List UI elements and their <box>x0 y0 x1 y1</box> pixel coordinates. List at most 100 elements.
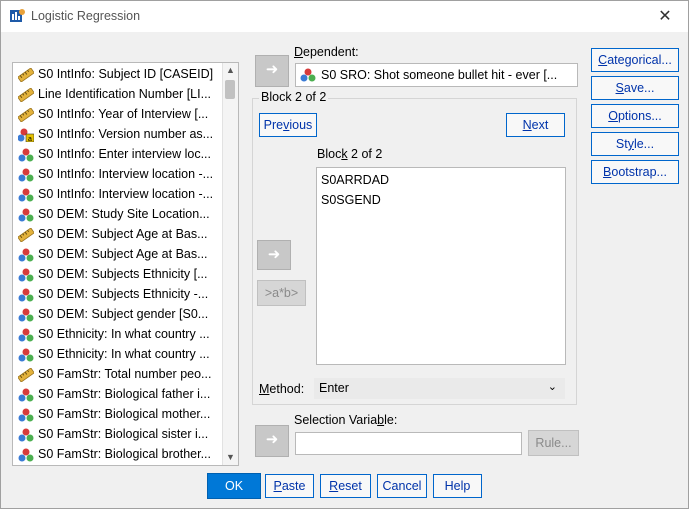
variable-list-item[interactable]: S0 IntInfo: Interview location -... <box>13 165 223 185</box>
variable-label: S0 DEM: Subject gender [S0... <box>38 307 209 321</box>
categorical-button[interactable]: Categorical... <box>591 48 679 72</box>
variable-label: S0 FamStr: Biological brother... <box>38 447 211 461</box>
ruler-icon <box>17 107 35 123</box>
nominal-string-icon: a <box>17 128 35 143</box>
options-button[interactable]: Options... <box>591 104 679 128</box>
nominal-icon <box>18 148 34 162</box>
move-selection-arrow-icon[interactable]: ➜ <box>255 425 289 457</box>
dependent-field[interactable]: S0 SRO: Shot someone bullet hit - ever [… <box>295 63 578 87</box>
variable-label: S0 DEM: Subject Age at Bas... <box>38 227 208 241</box>
variable-label: S0 IntInfo: Year of Interview [... <box>38 107 209 121</box>
variable-list-item[interactable]: S0 DEM: Subjects Ethnicity -... <box>13 285 223 305</box>
variable-list-item[interactable]: S0 IntInfo: Subject ID [CASEID] <box>13 65 223 85</box>
chevron-down-icon: ⌄ <box>547 381 557 393</box>
variable-list-item[interactable]: Line Identification Number [LI... <box>13 85 223 105</box>
next-block-button[interactable]: Next <box>506 113 565 137</box>
variable-label: S0 IntInfo: Interview location -... <box>38 187 214 201</box>
variable-list-item[interactable]: S0 DEM: Study Site Location... <box>13 205 223 225</box>
ruler-icon <box>17 367 35 383</box>
nominal-icon <box>18 188 34 202</box>
method-label: Method: <box>259 382 305 396</box>
nominal-icon <box>18 208 34 222</box>
nominal-icon <box>18 248 34 262</box>
nominal-icon <box>18 308 34 322</box>
selection-variable-field[interactable] <box>295 432 522 455</box>
reset-button[interactable]: Reset <box>320 474 371 498</box>
variable-label: S0 IntInfo: Enter interview loc... <box>38 147 211 161</box>
paste-button[interactable]: Paste <box>265 474 314 498</box>
list-item[interactable]: S0ARRDAD <box>321 173 389 187</box>
scroll-up-icon[interactable]: ▲ <box>223 63 238 78</box>
nominal-icon <box>18 428 34 442</box>
nominal-icon <box>18 288 34 302</box>
variable-label: S0 FamStr: Biological mother... <box>38 407 211 421</box>
variable-label: S0 DEM: Subjects Ethnicity -... <box>38 287 209 301</box>
variable-list-item[interactable]: S0 IntInfo: Year of Interview [... <box>13 105 223 125</box>
variable-list-item[interactable]: S0 FamStr: Total number peo... <box>13 365 223 385</box>
variable-label: S0 FamStr: Biological sister i... <box>38 427 209 441</box>
dialog-window: Logistic Regression ✕ S0 FamStr: Biologi… <box>0 0 689 509</box>
ruler-icon <box>17 87 35 103</box>
variable-list-item[interactable]: S0 DEM: Subject Age at Bas... <box>13 245 223 265</box>
move-covariate-arrow-icon[interactable]: ➜ <box>257 240 291 270</box>
rule-button[interactable]: Rule... <box>528 430 579 456</box>
variable-list-item[interactable]: S0 DEM: Subject Age at Bas... <box>13 225 223 245</box>
previous-block-button[interactable]: Previous <box>259 113 317 137</box>
nominal-icon <box>18 388 34 402</box>
dependent-value: S0 SRO: Shot someone bullet hit - ever [… <box>321 68 558 82</box>
variable-label: S0 IntInfo: Interview location -... <box>38 167 214 181</box>
variable-list-item[interactable]: S0 IntInfo: Enter interview loc... <box>13 145 223 165</box>
help-button[interactable]: Help <box>433 474 482 498</box>
variable-list-scrollbar[interactable]: ▲ ▼ <box>222 63 238 465</box>
variable-label: S0 Ethnicity: In what country ... <box>38 327 210 341</box>
variable-list-item[interactable]: S0 Ethnicity: In what country ... <box>13 325 223 345</box>
nominal-icon <box>18 348 34 362</box>
variable-list-item[interactable]: S0 FamStr: Biological brother... <box>13 445 223 465</box>
variable-label: S0 IntInfo: Version number as... <box>38 127 214 141</box>
close-icon[interactable]: ✕ <box>642 1 688 32</box>
save-button[interactable]: Save... <box>591 76 679 100</box>
variable-label: S0 DEM: Subjects Ethnicity [... <box>38 267 208 281</box>
nominal-icon <box>18 408 34 422</box>
ruler-icon <box>17 67 35 83</box>
variable-label: S0 DEM: Subject Age at Bas... <box>38 247 208 261</box>
variable-list-item[interactable]: S0 FamStr: Biological father i... <box>13 385 223 405</box>
nominal-icon <box>18 448 34 462</box>
variable-label: S0 IntInfo: Subject ID [CASEID] <box>38 67 214 81</box>
selection-variable-label: Selection Variable: <box>294 413 398 427</box>
title-bar: Logistic Regression ✕ <box>1 1 688 32</box>
scroll-down-icon[interactable]: ▼ <box>223 450 238 465</box>
covariates-list[interactable]: S0ARRDAD S0SGEND <box>316 167 566 365</box>
variable-list-item[interactable]: S0 FamStr: Biological sister i... <box>13 425 223 445</box>
variable-list-item[interactable]: S0 IntInfo: Interview location -... <box>13 185 223 205</box>
variable-list-item[interactable]: a S0 IntInfo: Version number as... <box>13 125 223 145</box>
ruler-icon <box>17 227 35 243</box>
svg-text:a: a <box>28 136 32 142</box>
variable-label: S0 FamStr: Biological father i... <box>38 387 211 401</box>
method-value: Enter <box>319 381 349 395</box>
dependent-label: Dependent: <box>294 45 359 59</box>
variable-label: S0 Ethnicity: In what country ... <box>38 347 210 361</box>
nominal-icon <box>300 68 316 82</box>
ok-button[interactable]: OK <box>207 473 261 499</box>
bootstrap-button[interactable]: Bootstrap... <box>591 160 679 184</box>
variable-list-item[interactable]: S0 FamStr: Biological mother... <box>13 405 223 425</box>
list-item[interactable]: S0SGEND <box>321 193 381 207</box>
variable-list-item[interactable]: S0 DEM: Subject gender [S0... <box>13 305 223 325</box>
method-select[interactable]: Enter ⌄ <box>314 378 565 399</box>
block-inner-title: Block 2 of 2 <box>317 147 383 161</box>
variable-list-item[interactable]: S0 Ethnicity: In what country ... <box>13 345 223 365</box>
spss-app-icon <box>10 9 25 22</box>
block-group-title: Block 2 of 2 <box>259 90 329 104</box>
nominal-icon <box>18 268 34 282</box>
cancel-button[interactable]: Cancel <box>377 474 427 498</box>
interaction-button[interactable]: >a*b> <box>257 280 306 306</box>
scroll-thumb[interactable] <box>225 80 235 99</box>
variable-label: S0 FamStr: Total number peo... <box>38 367 212 381</box>
variable-list-item[interactable]: S0 DEM: Subjects Ethnicity [... <box>13 265 223 285</box>
move-dependent-arrow-icon[interactable]: ➜ <box>255 55 289 87</box>
variable-list[interactable]: S0 FamStr: Biological brother... S0 FamSt… <box>12 62 239 466</box>
variable-label: S0 DEM: Study Site Location... <box>38 207 210 221</box>
nominal-icon <box>18 168 34 182</box>
style-button[interactable]: Style... <box>591 132 679 156</box>
